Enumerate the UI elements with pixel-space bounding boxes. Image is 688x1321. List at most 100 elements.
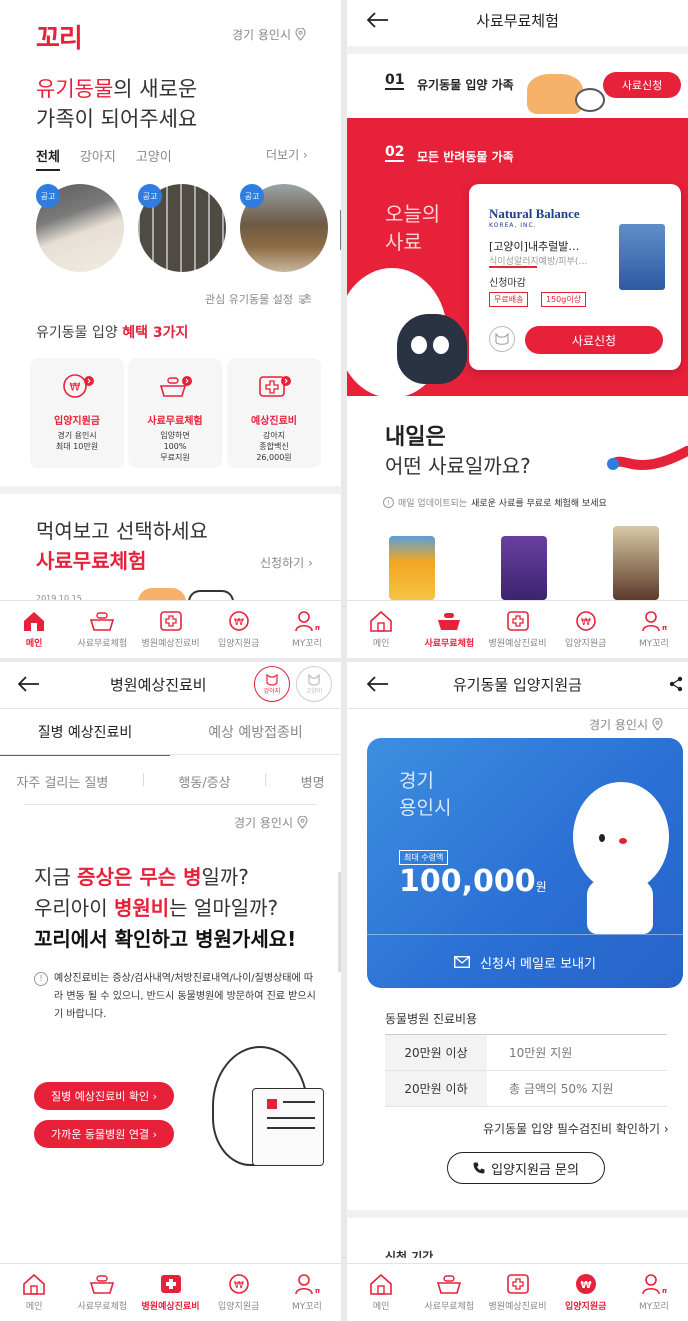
toggle-cat[interactable]: 고양이 (296, 666, 332, 702)
benefit-card-vet[interactable]: 예상진료비 강아지 종합백신 26,000원 (227, 358, 321, 468)
benefit-card-support[interactable]: ₩ 입양지원금 경기 용인시 최대 10만원 (30, 358, 124, 468)
tab-main[interactable]: 메인 (0, 1264, 68, 1321)
toggle-cat-label: 고양이 (305, 687, 323, 695)
benefit-card-food[interactable]: 사료무료체험 입양하면 100% 무료지원 (128, 358, 222, 468)
tab-support[interactable]: ₩ 입양지원금 (552, 601, 620, 658)
checkup-cost-link[interactable]: 유기동물 입양 필수검진비 확인하기 › (483, 1120, 669, 1137)
mail-label: 신청서 메일로 보내기 (480, 956, 596, 972)
toggle-dog[interactable]: 강아지 (254, 666, 290, 702)
tab-food[interactable]: 사료무료체험 (415, 1264, 483, 1321)
section1-label: 유기동물 입양 가족 (417, 78, 514, 92)
more-link[interactable]: 더보기 › (266, 146, 308, 163)
tab-my[interactable]: my MY꼬리 (273, 1264, 341, 1321)
brand-sub: KOREA, INC. (489, 222, 537, 229)
food-trial-screen: 사료무료체험 01 유기동물 입양 가족 사료신청 02 모든 반려동물 가족 … (347, 0, 688, 658)
tab-label: 병원예상진료비 (141, 1302, 200, 1312)
subtab-symptoms[interactable]: 행동/증상 (178, 772, 230, 791)
tab-my[interactable]: my MY꼬리 (273, 601, 341, 658)
brand-logo: Natural Balance (489, 206, 580, 221)
tab-vet[interactable]: 병원예상진료비 (483, 1264, 551, 1321)
section2-label: 모든 반려동물 가족 (417, 150, 514, 164)
tab-vet[interactable]: 병원예상진료비 (136, 1264, 204, 1321)
tab-vet[interactable]: 병원예상진료비 (483, 601, 551, 658)
filter-cat[interactable]: 고양이 (136, 146, 172, 171)
tab-my[interactable]: my MY꼬리 (620, 1264, 688, 1321)
bottom-tab-bar: 메인 사료무료체험 병원예상진료비 ₩ 입양지원금 my MY꼬리 (0, 1263, 341, 1321)
scroll-edge (338, 872, 341, 972)
tab-food[interactable]: 사료무료체험 (68, 601, 136, 658)
location-selector[interactable]: 경기 용인시 (232, 26, 306, 43)
product-request-button[interactable]: 사료신청 (525, 326, 663, 354)
my-person-icon: my (295, 611, 320, 632)
food-title-line1: 먹여보고 선택하세요 (36, 519, 208, 543)
benefit-prefix: 유기동물 입양 (36, 325, 123, 341)
inquiry-button[interactable]: 입양지원금 문의 (447, 1152, 605, 1184)
svg-text:my: my (662, 624, 667, 632)
filter-all[interactable]: 전체 (36, 146, 60, 171)
support-amount-card: 경기 용인시 최대 수령액 100,000원 신청서 메일로 보내기 (367, 738, 683, 988)
h3: 꼬리에서 확인하고 병원가세요! (34, 927, 297, 951)
tab-main[interactable]: 메인 (347, 601, 415, 658)
interest-text: 관심 유기동물 설정 (205, 293, 293, 306)
tab-support[interactable]: ₩ 입양지원금 (552, 1264, 620, 1321)
send-mail-button[interactable]: 신청서 메일로 보내기 (367, 942, 683, 982)
tab-food[interactable]: 사료무료체험 (68, 1264, 136, 1321)
check-link-text: 유기동물 입양 필수검진비 확인하기 (483, 1122, 661, 1136)
nearby-hospital-button[interactable]: 가까운 동물병원 연결 › (34, 1120, 174, 1148)
tab-food[interactable]: 사료무료체험 (415, 601, 483, 658)
vet-cost-screen: 병원예상진료비 강아지 고양이 질병 예상진료비 예상 예방접종비 자주 걸리는… (0, 662, 341, 1321)
hospital-cross-icon (160, 1275, 181, 1293)
tab-label: 입양지원금 (565, 639, 607, 649)
tab-support[interactable]: ₩ 입양지원금 (205, 1264, 273, 1321)
adoption-support-screen: 유기동물 입양지원금 경기 용인시 경기 용인시 최대 수령액 100,000원… (347, 662, 688, 1321)
food-request-button[interactable]: 사료신청 (603, 72, 681, 98)
location-pin-icon (652, 718, 663, 731)
subtab-common[interactable]: 자주 걸리는 질병 (16, 772, 108, 791)
my-person-icon: my (642, 611, 667, 632)
hospital-cross-icon (159, 611, 182, 631)
tab-vaccine-cost[interactable]: 예상 예방접종비 (170, 722, 341, 742)
notice-badge: 공고 (36, 184, 60, 208)
notice-text: 예상진료비는 증상/검사내역/처방진료내역/나이/질병상태에 따라 변동 될 수… (54, 973, 316, 1020)
hospital-cross-icon (506, 1274, 529, 1294)
tab-main[interactable]: 메인 (347, 1264, 415, 1321)
section2-number: 02 (385, 144, 405, 162)
won-coin-icon: ₩ (63, 374, 94, 398)
tab-vet[interactable]: 병원예상진료비 (136, 601, 204, 658)
vet-headline: 지금 증상은 무슨 병일까? 우리아이 병원비는 얼마일까? 꼬리에서 확인하고… (34, 862, 296, 955)
svg-text:₩: ₩ (580, 1280, 591, 1291)
table-row: 20만원 이하 총 금액의 50% 지원 (385, 1071, 667, 1107)
subtab-divider (24, 804, 317, 805)
city-name: 경기 용인시 (399, 768, 451, 822)
location-selector[interactable]: 경기 용인시 (589, 716, 663, 733)
tab-support[interactable]: ₩ 입양지원금 (205, 601, 273, 658)
tab-label: 병원예상진료비 (488, 639, 547, 649)
tab-label: MY꼬리 (639, 639, 669, 649)
card-title: 사료무료체험 (147, 416, 203, 427)
note-gray: 매일 업데이트되는 (398, 499, 468, 509)
app-screens-collage: 꼬리 경기 용인시 유기동물의 새로운 가족이 되어주세요 전체 강아지 고양이… (0, 0, 688, 1321)
tab-label: 입양지원금 (218, 1302, 260, 1312)
cat-face-icon (308, 673, 320, 686)
card-line: 경기 용인시 (57, 431, 97, 440)
note-bold: 새로운 사료를 무료로 체험해 보세요 (471, 499, 607, 509)
tab-disease-cost[interactable]: 질병 예상진료비 (0, 722, 170, 756)
subtab-disease-name[interactable]: 병명 (301, 772, 325, 791)
product-card[interactable]: Natural Balance KOREA, INC. [고양이]내추럴발… 식… (469, 184, 681, 370)
back-arrow-icon[interactable] (18, 676, 40, 692)
tab-main[interactable]: 메인 (0, 601, 68, 658)
food-bowl-icon (159, 376, 192, 397)
filter-dog[interactable]: 강아지 (80, 146, 116, 171)
location-text: 경기 용인시 (589, 718, 649, 732)
tomorrow-title: 내일은 어떤 사료일까요? (385, 424, 531, 480)
tab-label: 입양지원금 (565, 1302, 607, 1312)
share-icon[interactable] (669, 676, 683, 692)
card-line: 최대 10만원 (55, 442, 99, 451)
tomorrow-line1: 내일은 (385, 425, 446, 450)
location-selector[interactable]: 경기 용인시 (234, 814, 308, 831)
apply-link[interactable]: 신청하기 › (260, 554, 313, 571)
interest-settings[interactable]: 관심 유기동물 설정 (205, 291, 311, 307)
header-divider (347, 708, 688, 709)
tab-my[interactable]: my MY꼬리 (620, 601, 688, 658)
disease-cost-check-button[interactable]: 질병 예상진료비 확인 › (34, 1082, 174, 1110)
